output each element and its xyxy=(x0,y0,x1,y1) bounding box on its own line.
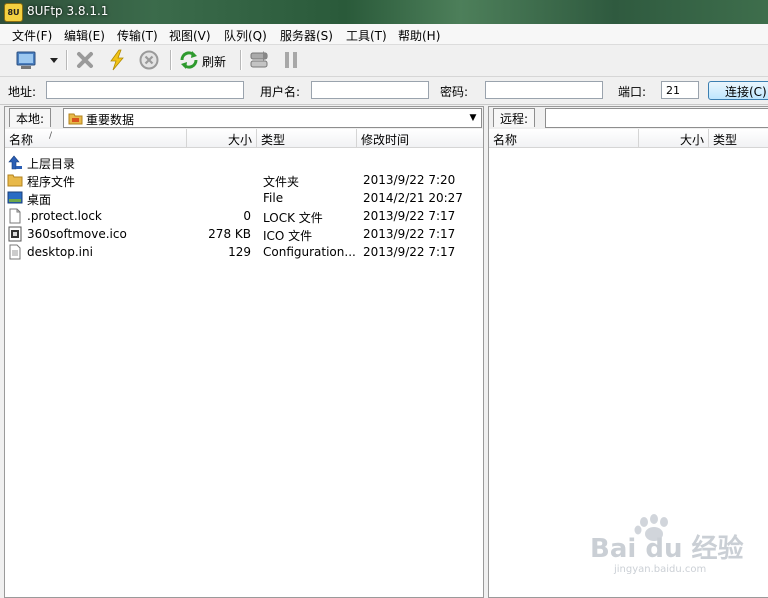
refresh-button[interactable]: 刷新 xyxy=(178,49,232,71)
lightning-icon xyxy=(110,49,124,71)
transfer-icon xyxy=(250,51,268,68)
table-row[interactable]: 程序文件 文件夹 2013/9/22 7:20 xyxy=(5,171,483,189)
connect-button[interactable]: 连接(C) xyxy=(708,81,768,100)
remote-col-size[interactable]: 大小 xyxy=(639,129,709,148)
remote-col-name[interactable]: 名称 xyxy=(489,129,639,148)
toolbar: 刷新 xyxy=(0,45,768,77)
folder-icon xyxy=(7,174,23,187)
connection-bar: 地址: 用户名: 密码: 端口: 连接(C) xyxy=(0,77,768,105)
remote-col-type[interactable]: 类型 xyxy=(709,129,768,148)
disconnect-button[interactable] xyxy=(74,49,96,71)
sort-arrow-icon: / xyxy=(49,131,53,141)
remote-path-combo[interactable] xyxy=(545,108,768,128)
local-column-headers: 名称 / 大小 类型 修改时间 xyxy=(5,129,483,148)
list-item-parent-dir[interactable]: 上层目录 xyxy=(5,153,483,171)
password-input[interactable] xyxy=(485,81,603,99)
up-arrow-icon xyxy=(8,155,22,170)
menu-server[interactable]: 服务器(S) xyxy=(280,27,333,44)
desktop-icon xyxy=(7,191,23,204)
menu-queue[interactable]: 队列(Q) xyxy=(224,27,267,44)
menu-tools[interactable]: 工具(T) xyxy=(346,27,387,44)
table-row[interactable]: desktop.ini 129 Configuration... 2013/9/… xyxy=(5,243,483,261)
queue-button[interactable] xyxy=(248,49,270,71)
username-label: 用户名: xyxy=(260,85,301,99)
remote-column-headers: 名称 大小 类型 xyxy=(489,129,768,148)
local-tab[interactable]: 本地: xyxy=(9,108,52,127)
col-name[interactable]: 名称 / xyxy=(5,129,187,148)
address-label: 地址: xyxy=(8,85,37,99)
ini-file-icon xyxy=(9,244,21,260)
menu-transfer[interactable]: 传输(T) xyxy=(117,27,158,44)
local-pane-header: 本地: 重要数据 ▼ xyxy=(5,107,483,129)
stop-button[interactable] xyxy=(138,49,160,71)
col-type[interactable]: 类型 xyxy=(257,129,357,148)
col-size[interactable]: 大小 xyxy=(187,129,257,148)
port-input[interactable] xyxy=(661,81,699,99)
local-path-combo[interactable]: 重要数据 ▼ xyxy=(63,108,482,128)
pause-icon xyxy=(285,52,297,68)
col-modified[interactable]: 修改时间 xyxy=(357,129,467,148)
menu-view[interactable]: 视图(V) xyxy=(169,27,211,44)
pause-button[interactable] xyxy=(280,49,302,71)
site-manager-button[interactable] xyxy=(14,49,60,71)
computer-icon xyxy=(16,51,58,69)
ico-file-icon xyxy=(8,226,22,242)
local-path-text: 重要数据 xyxy=(86,113,135,127)
menu-edit[interactable]: 编辑(E) xyxy=(64,27,105,44)
x-icon xyxy=(77,52,93,68)
app-logo-icon: 8U xyxy=(4,3,23,22)
quick-connect-button[interactable] xyxy=(106,49,128,71)
local-pane: 本地: 重要数据 ▼ 名称 / 大小 类型 修改时间 上层目录 程序文件 文件夹 … xyxy=(4,106,484,598)
username-input[interactable] xyxy=(311,81,429,99)
remote-tab[interactable]: 远程: xyxy=(493,108,536,127)
title-bar: 8U 8UFtp 3.8.1.1 xyxy=(0,0,768,24)
menu-help[interactable]: 帮助(H) xyxy=(398,27,440,44)
window-title: 8UFtp 3.8.1.1 xyxy=(27,4,109,18)
table-row[interactable]: 360softmove.ico 278 KB ICO 文件 2013/9/22 … xyxy=(5,225,483,243)
folder-icon xyxy=(68,113,83,125)
watermark-url: jingyan.baidu.com xyxy=(614,564,707,575)
cancel-icon xyxy=(139,50,159,70)
menu-bar: 文件(F) 编辑(E) 传输(T) 视图(V) 队列(Q) 服务器(S) 工具(… xyxy=(0,24,768,45)
table-row[interactable]: 桌面 File 2014/2/21 20:27 xyxy=(5,189,483,207)
menu-file[interactable]: 文件(F) xyxy=(12,27,52,44)
refresh-icon xyxy=(180,51,198,69)
remote-pane-header: 远程: xyxy=(489,107,768,129)
watermark: Bai du 经验 jingyan.baidu.com xyxy=(588,512,744,582)
watermark-brand: Bai du 经验 xyxy=(590,534,744,564)
port-label: 端口: xyxy=(618,85,647,99)
refresh-label: 刷新 xyxy=(202,55,227,69)
chevron-down-icon[interactable]: ▼ xyxy=(465,109,481,127)
table-row[interactable]: .protect.lock 0 LOCK 文件 2013/9/22 7:17 xyxy=(5,207,483,225)
password-label: 密码: xyxy=(440,85,469,99)
file-icon xyxy=(9,208,21,224)
address-input[interactable] xyxy=(46,81,244,99)
